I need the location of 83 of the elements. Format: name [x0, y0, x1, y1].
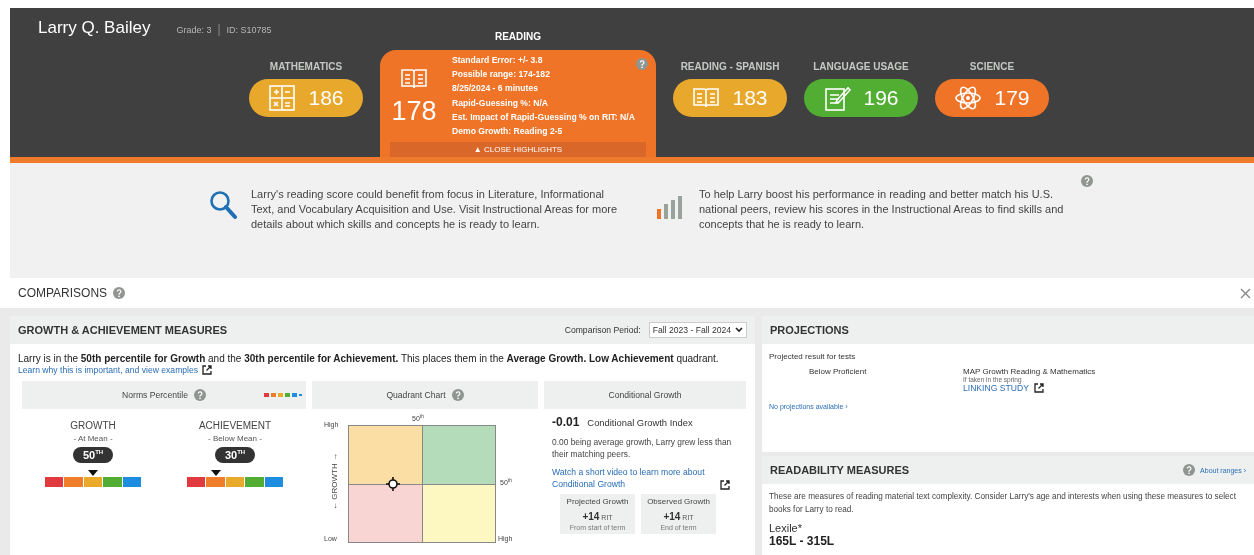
column-title: Quadrant Chart — [386, 390, 446, 400]
atom-icon — [954, 84, 983, 112]
percentile-badge: 30$^{TH}$ — [214, 447, 256, 463]
growth-box-title: Projected Growth — [565, 497, 630, 506]
test-name: MAP Growth Reading & Mathematics — [963, 367, 1096, 376]
measure-label: GROWTH — [70, 419, 116, 433]
growth-value: +14 — [663, 511, 681, 522]
subject-score-pill[interactable]: 196 — [804, 79, 918, 117]
insight-text: Larry's reading score could benefit from focus in Literature, Informational Text, and Vocabulary Acquisition and Use. Visit Instructional Areas for more details about which skills and concepts he is ready to learn. — [251, 187, 619, 232]
detail-line: Demo Growth: Reading 2-5 — [452, 125, 564, 138]
target-marker-icon — [385, 477, 400, 491]
measure-value: 165L - 315L — [769, 534, 836, 548]
score: 178 — [391, 95, 437, 127]
comparison-period-select[interactable]: Fall 2023 - Fall 2024 — [648, 322, 747, 338]
meter-segment — [186, 477, 206, 487]
meter-segment — [122, 477, 142, 487]
detail-line: Possible range: 174-182 — [452, 68, 551, 82]
detail-line: Est. Impact of Rapid-Guessing % on RIT: N/A — [452, 110, 635, 124]
panel-title: GROWTH & ACHIEVEMENT MEASURES — [18, 324, 229, 336]
column-title: Conditional Growth — [608, 390, 682, 400]
learn-more-link[interactable]: Learn why this is important, and view examples — [18, 365, 199, 375]
video-link[interactable]: Watch a short video to learn more about Conditional Growth — [552, 466, 717, 490]
meter-segment — [44, 477, 64, 487]
detail-line: Rapid-Guessing %: N/A — [452, 96, 549, 110]
calculator-icon — [268, 84, 297, 112]
measure-status: - Below Mean - — [208, 433, 262, 445]
index-value: -0.01 — [552, 415, 580, 429]
detail-line: 8/25/2024 - 6 minutes — [452, 82, 539, 96]
color-legend-icon — [264, 393, 302, 397]
panel-title: PROJECTIONS — [770, 324, 850, 336]
subject-highlight-card[interactable]: 178 Standard Error: +/- 3.8 Possible range: 174-182 8/25/2024 - 6 minutes Rapid-Guessing %: N/A Est. Impact of Rapid-Guessing % on RIT: N/A Demo Growth: Reading 2-5 ▲ CLOSE HIGHLIGHTS — [380, 50, 656, 157]
help-icon[interactable] — [1081, 175, 1093, 187]
bar-chart-icon — [657, 195, 685, 219]
measure-label: ACHIEVEMENT — [198, 419, 272, 433]
help-icon[interactable] — [113, 287, 126, 299]
help-icon[interactable] — [193, 389, 206, 401]
close-highlights-button[interactable]: ▲ CLOSE HIGHLIGHTS — [390, 142, 646, 157]
student-name: Larry Q. Bailey — [38, 18, 151, 38]
measure-status: - At Mean - — [73, 433, 113, 445]
chevron-down-icon — [735, 327, 743, 333]
description-text: 0.00 being average growth, Larry grew less than their matching peers. — [552, 436, 733, 460]
detail-line: Standard Error: +/- 3.8 — [452, 54, 544, 67]
meter-segment — [225, 477, 245, 487]
measure-label: Lexile* — [769, 522, 804, 534]
subject-label: READING — [494, 30, 542, 44]
section-title: COMPARISONS — [18, 286, 108, 300]
comparison-period-label: Comparison Period: — [564, 325, 641, 335]
magnifier-icon — [209, 190, 237, 220]
index-label: Conditional Growth Index — [587, 417, 693, 428]
subject-score-pill[interactable]: 179 — [935, 79, 1049, 117]
meter-segment — [103, 477, 122, 487]
help-icon[interactable] — [451, 389, 464, 401]
help-icon[interactable] — [1183, 464, 1196, 476]
column-title: Norms Percentile — [122, 390, 188, 400]
grade-label: Grade: 3 — [176, 25, 212, 35]
projection-subtitle: Projected result for tests — [769, 352, 857, 361]
projected-result: Below Proficient — [808, 367, 868, 378]
growth-value: +14 — [582, 511, 600, 522]
separator: | — [217, 22, 221, 36]
meter-segment — [245, 477, 264, 487]
note-edit-icon — [823, 84, 852, 112]
percentile-badge: 50$^{TH}$ — [72, 447, 114, 463]
growth-box-title: Observed Growth — [646, 497, 711, 506]
external-link-icon[interactable] — [202, 365, 213, 375]
description-text: These are measures of reading material text complexity. Consider Larry's age and interests when using these measures to select books for Larry to read. — [769, 491, 1237, 516]
subject-label: MATHEMATICS — [269, 60, 343, 74]
subject-label: LANGUAGE USAGE — [813, 60, 909, 74]
axis-title: ← GROWTH → — [329, 453, 339, 510]
student-id: ID: S10785 — [226, 25, 272, 35]
subject-label: SCIENCE — [969, 60, 1015, 74]
summary-text: Larry is in the 50th percentile for Growth and the 30th percentile for Achievement. This places them in the Average Growth. Low Achievement quadrant. — [18, 352, 720, 365]
help-icon[interactable] — [636, 58, 648, 70]
external-link-icon[interactable] — [720, 480, 730, 490]
meter-segment — [206, 477, 225, 487]
linking-study-link[interactable]: LINKING STUDY — [963, 383, 1029, 393]
panel-title: READABILITY MEASURES — [770, 464, 911, 476]
meter-segment — [83, 477, 103, 487]
meter-segment — [64, 477, 83, 487]
meter-segment — [264, 477, 284, 487]
subject-label: READING - SPANISH — [680, 60, 780, 74]
insight-text: To help Larry boost his performance in reading and better match his U.S. national peers, review his scores in the Instructional Areas to find skills and concepts that he is ready to learn. — [699, 187, 1065, 232]
close-icon[interactable] — [1240, 288, 1251, 299]
external-link-icon[interactable] — [1033, 383, 1044, 393]
